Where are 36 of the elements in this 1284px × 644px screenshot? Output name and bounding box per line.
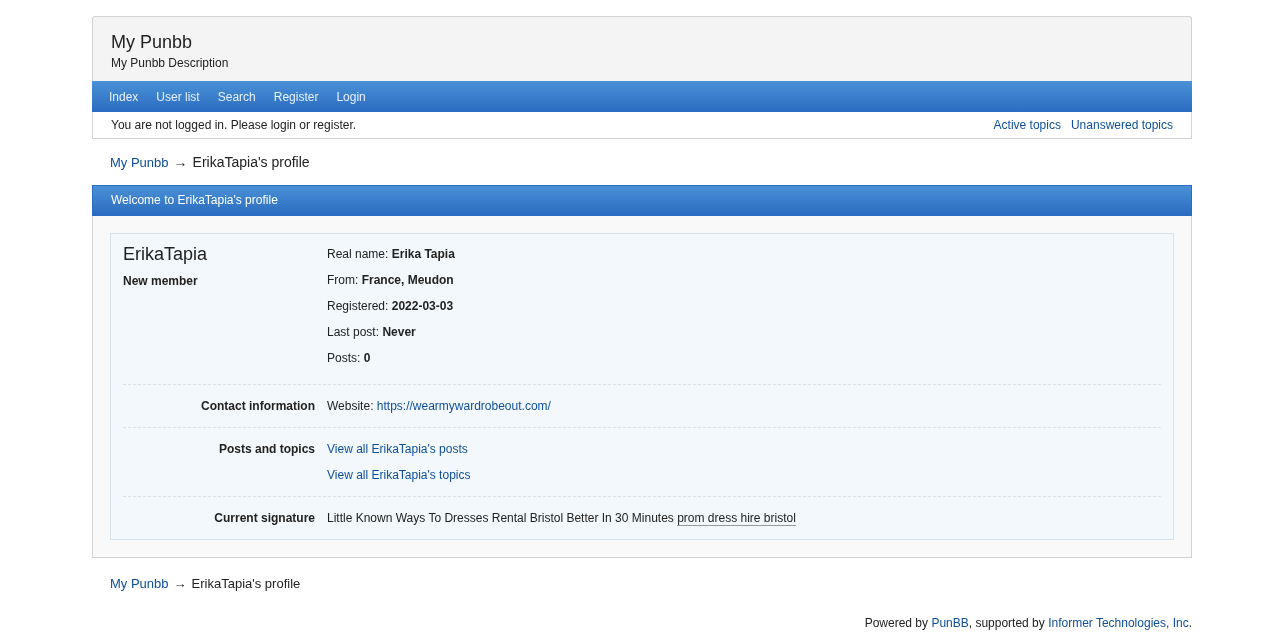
panel-heading: Welcome to ErikaTapia's profile [92,185,1192,216]
user-title: New member [123,274,199,288]
profile-field: Posts: 0 [327,345,1161,371]
signature-text: Little Known Ways To Dresses Rental Bristol Better In 30 Minutes [327,511,674,525]
breadcrumb-arrow: → [173,575,187,591]
website-link[interactable]: https://wearmywardrobeout.com/ [376,399,551,413]
nav-link[interactable]: Search [208,89,265,104]
section-heading: Current signature [214,511,315,525]
footer-credit: Powered by PunBB, supported by Informer Technologies, Inc. [864,616,1192,630]
field-label: Website: [327,399,374,413]
login-status-text: You are not logged in. Please login or register. [111,118,357,132]
topics-link[interactable]: Active topics [993,118,1061,132]
profile-field: From: France, Meudon [327,267,1161,293]
breadcrumb-link[interactable]: My Punbb [110,575,169,591]
profile-field: Real name: Erika Tapia [327,241,1161,267]
username: ErikaTapia [123,243,209,265]
board-title: My Punbb [111,32,194,52]
breadcrumb-link[interactable]: My Punbb [110,154,169,170]
breadcrumb-current: ErikaTapia's profile [192,154,310,170]
board-description: My Punbb Description [111,56,230,70]
topics-link[interactable]: Unanswered topics [1070,118,1173,132]
signature-link[interactable]: prom dress hire bristol [677,511,796,526]
informer-link[interactable]: Informer Technologies, Inc [1048,616,1189,630]
section-heading: Posts and topics [218,442,315,456]
profile-field: Registered: 2022-03-03 [327,293,1161,319]
nav-link[interactable]: Login [327,89,375,104]
breadcrumb-arrow: → [173,154,188,170]
nav-link[interactable]: User list [147,89,209,104]
nav-link[interactable]: Index [100,89,148,104]
profile-link[interactable]: View all ErikaTapia's topics [327,468,471,482]
profile-field: Last post: Never [327,319,1161,345]
nav-link[interactable]: Register [264,89,328,104]
punbb-link[interactable]: PunBB [931,616,969,630]
profile-link[interactable]: View all ErikaTapia's posts [327,442,468,456]
section-heading: Contact information [201,399,315,413]
breadcrumb-current: ErikaTapia's profile [191,575,301,591]
